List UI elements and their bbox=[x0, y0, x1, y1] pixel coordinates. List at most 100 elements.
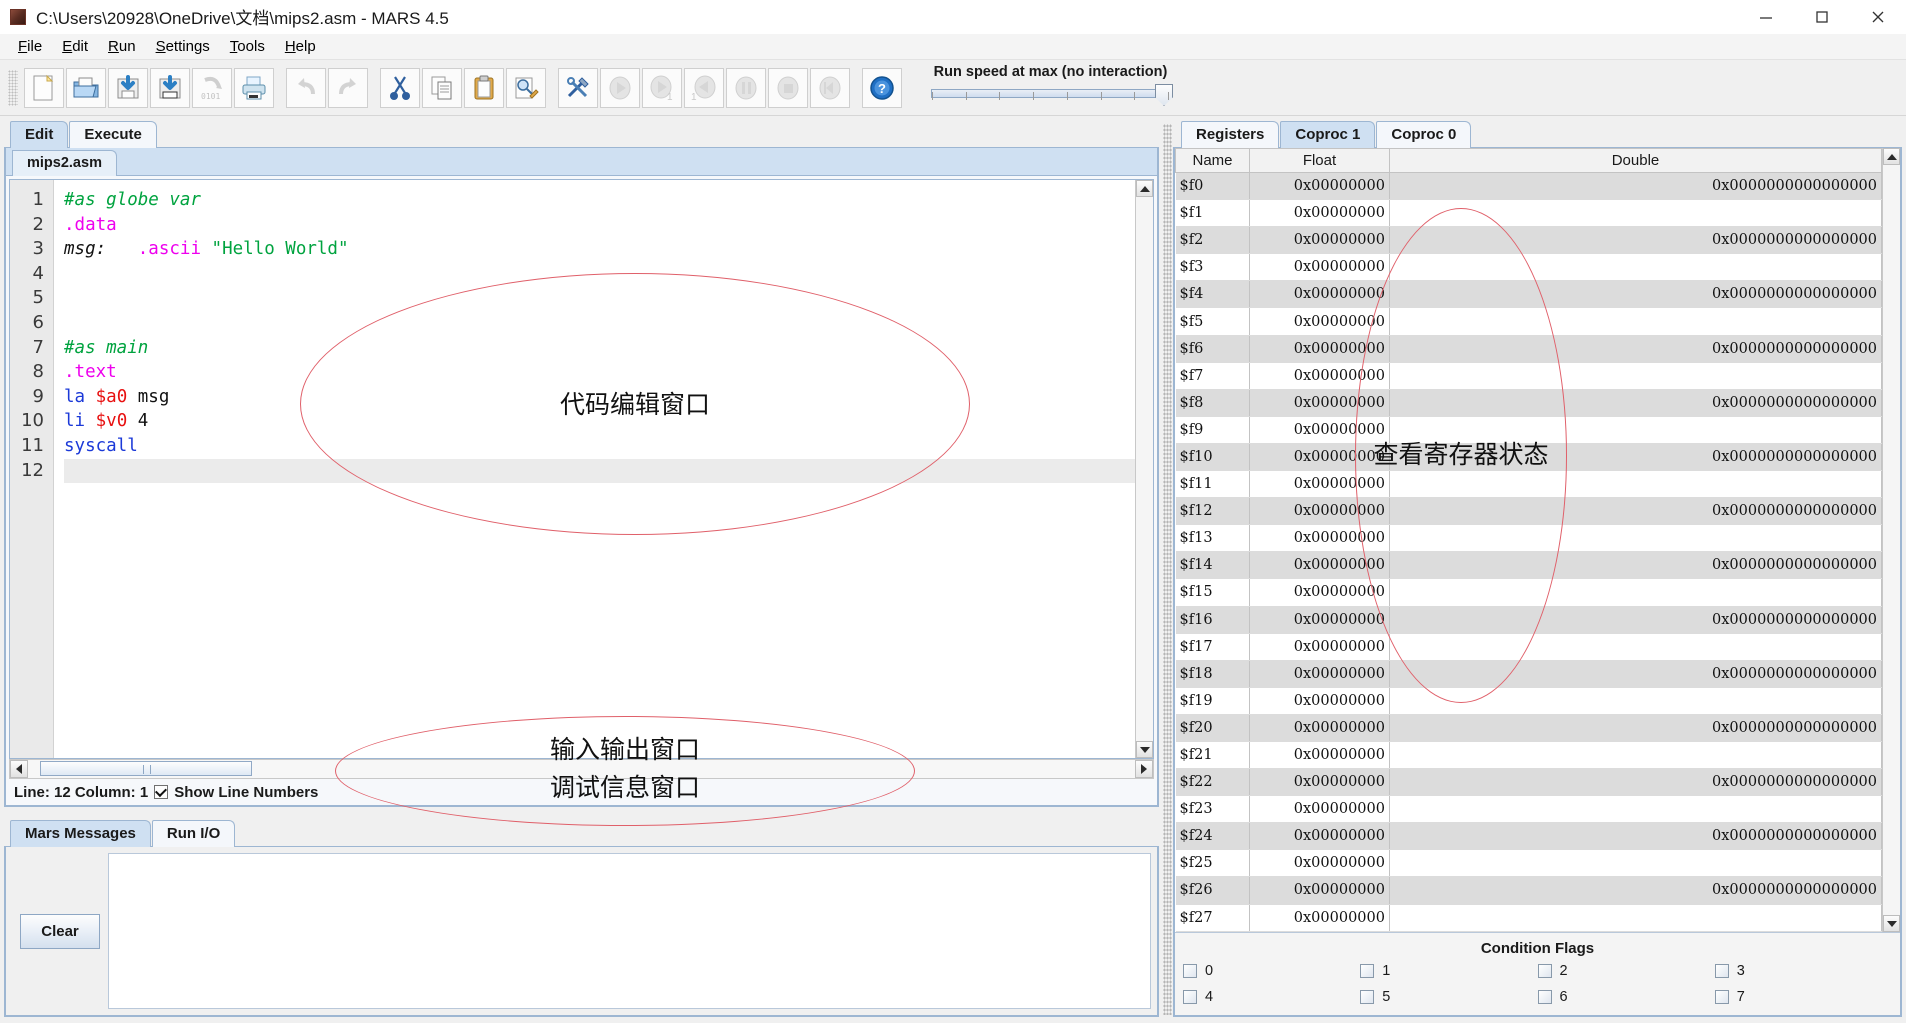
editor-vertical-scrollbar[interactable] bbox=[1135, 180, 1153, 758]
column-header-name[interactable]: Name bbox=[1175, 148, 1250, 173]
registers-scroll-down-button[interactable] bbox=[1883, 915, 1900, 932]
register-float-cell[interactable]: 0x00000000 bbox=[1249, 904, 1390, 932]
condition-flag-item[interactable]: 7 bbox=[1714, 989, 1892, 1005]
table-row[interactable]: $f4 0x00000000 0x0000000000000000 bbox=[1175, 280, 1882, 309]
register-double-cell[interactable] bbox=[1389, 307, 1882, 336]
condition-flag-item[interactable]: 1 bbox=[1360, 963, 1537, 979]
editor-hscroll-track[interactable] bbox=[28, 760, 1135, 778]
register-double-cell[interactable]: 0x0000000000000000 bbox=[1389, 172, 1882, 201]
register-float-cell[interactable]: 0x00000000 bbox=[1249, 280, 1390, 309]
column-header-double[interactable]: Double bbox=[1389, 148, 1882, 173]
register-double-cell[interactable]: 0x0000000000000000 bbox=[1389, 822, 1882, 851]
code-line[interactable]: li $v0 4 bbox=[64, 409, 1135, 434]
register-float-cell[interactable]: 0x00000000 bbox=[1249, 335, 1390, 363]
assemble-button[interactable] bbox=[558, 67, 598, 108]
editor-hscroll-thumb[interactable] bbox=[40, 761, 252, 776]
scroll-down-button[interactable] bbox=[1136, 741, 1153, 758]
save-file-button[interactable] bbox=[108, 67, 148, 108]
tab-coproc-1[interactable]: Coproc 1 bbox=[1280, 121, 1376, 148]
code-line[interactable]: #as globe var bbox=[64, 188, 1135, 213]
save-as-file-button[interactable] bbox=[150, 67, 190, 108]
register-double-cell[interactable] bbox=[1389, 795, 1882, 824]
vertical-split-handle[interactable] bbox=[1163, 124, 1172, 1015]
register-double-cell[interactable]: 0x0000000000000000 bbox=[1389, 606, 1882, 634]
condition-flag-checkbox[interactable] bbox=[1714, 990, 1729, 1004]
toolbar-drag-handle[interactable] bbox=[8, 69, 18, 106]
menu-tools[interactable]: Tools bbox=[220, 36, 275, 57]
condition-flag-item[interactable]: 2 bbox=[1537, 963, 1715, 979]
register-float-cell[interactable]: 0x00000000 bbox=[1249, 795, 1390, 824]
register-float-cell[interactable]: 0x00000000 bbox=[1249, 443, 1390, 472]
register-double-cell[interactable] bbox=[1389, 362, 1882, 390]
maximize-button[interactable] bbox=[1794, 0, 1850, 34]
register-double-cell[interactable]: 0x0000000000000000 bbox=[1389, 389, 1882, 417]
messages-text-area[interactable] bbox=[108, 853, 1151, 1009]
show-line-numbers-checkbox[interactable] bbox=[154, 785, 169, 799]
register-double-cell[interactable] bbox=[1389, 741, 1882, 770]
register-float-cell[interactable]: 0x00000000 bbox=[1249, 199, 1390, 228]
table-row[interactable]: $f20 0x00000000 0x0000000000000000 bbox=[1175, 714, 1882, 742]
register-double-cell[interactable]: 0x0000000000000000 bbox=[1389, 551, 1882, 580]
condition-flag-item[interactable]: 0 bbox=[1183, 963, 1360, 979]
register-float-cell[interactable]: 0x00000000 bbox=[1249, 362, 1390, 390]
register-double-cell[interactable] bbox=[1389, 687, 1882, 715]
table-row[interactable]: $f13 0x00000000 bbox=[1175, 524, 1882, 553]
code-line[interactable]: #as main bbox=[64, 336, 1135, 361]
tab-execute[interactable]: Execute bbox=[69, 121, 157, 148]
condition-flag-item[interactable]: 3 bbox=[1714, 963, 1892, 979]
table-row[interactable]: $f23 0x00000000 bbox=[1175, 795, 1882, 824]
table-row[interactable]: $f8 0x00000000 0x0000000000000000 bbox=[1175, 389, 1882, 417]
register-double-cell[interactable]: 0x0000000000000000 bbox=[1389, 714, 1882, 742]
register-float-cell[interactable]: 0x00000000 bbox=[1249, 849, 1390, 878]
register-float-cell[interactable]: 0x00000000 bbox=[1249, 578, 1390, 607]
register-double-cell[interactable] bbox=[1389, 253, 1882, 282]
table-row[interactable]: $f9 0x00000000 bbox=[1175, 416, 1882, 444]
table-row[interactable]: $f19 0x00000000 bbox=[1175, 687, 1882, 715]
table-row[interactable]: $f14 0x00000000 0x0000000000000000 bbox=[1175, 551, 1882, 580]
table-row[interactable]: $f10 0x00000000 0x0000000000000000 bbox=[1175, 443, 1882, 472]
table-row[interactable]: $f21 0x00000000 bbox=[1175, 741, 1882, 770]
register-double-cell[interactable] bbox=[1389, 904, 1882, 932]
register-double-cell[interactable] bbox=[1389, 578, 1882, 607]
paste-button[interactable] bbox=[464, 67, 504, 108]
register-float-cell[interactable]: 0x00000000 bbox=[1249, 876, 1390, 905]
table-row[interactable]: $f15 0x00000000 bbox=[1175, 578, 1882, 607]
register-float-cell[interactable]: 0x00000000 bbox=[1249, 551, 1390, 580]
condition-flag-checkbox[interactable] bbox=[1183, 964, 1197, 978]
register-float-cell[interactable]: 0x00000000 bbox=[1249, 172, 1390, 201]
tab-mars-messages[interactable]: Mars Messages bbox=[10, 820, 151, 847]
register-float-cell[interactable]: 0x00000000 bbox=[1249, 524, 1390, 553]
register-double-cell[interactable]: 0x0000000000000000 bbox=[1389, 335, 1882, 363]
register-float-cell[interactable]: 0x00000000 bbox=[1249, 226, 1390, 255]
code-line[interactable]: syscall bbox=[64, 434, 1135, 459]
condition-flag-checkbox[interactable] bbox=[1360, 990, 1375, 1004]
table-row[interactable]: $f18 0x00000000 0x0000000000000000 bbox=[1175, 660, 1882, 688]
code-line[interactable] bbox=[64, 286, 1135, 311]
code-text-area[interactable]: #as globe var .data msg: .ascii "Hello Wor… bbox=[54, 180, 1135, 758]
code-line[interactable]: msg: .ascii "Hello World" bbox=[64, 237, 1135, 262]
table-row[interactable]: $f3 0x00000000 bbox=[1175, 253, 1882, 282]
register-double-cell[interactable]: 0x0000000000000000 bbox=[1389, 443, 1882, 472]
register-double-cell[interactable] bbox=[1389, 470, 1882, 499]
column-header-float[interactable]: Float bbox=[1249, 148, 1390, 173]
tab-registers[interactable]: Registers bbox=[1181, 121, 1280, 148]
table-row[interactable]: $f2 0x00000000 0x0000000000000000 bbox=[1175, 226, 1882, 255]
menu-help[interactable]: Help bbox=[275, 36, 326, 57]
condition-flag-item[interactable]: 4 bbox=[1183, 989, 1360, 1005]
clear-button[interactable]: Clear bbox=[20, 913, 100, 949]
register-double-cell[interactable]: 0x0000000000000000 bbox=[1389, 768, 1882, 797]
register-double-cell[interactable] bbox=[1389, 199, 1882, 228]
table-row[interactable]: $f17 0x00000000 bbox=[1175, 633, 1882, 661]
table-row[interactable]: $f12 0x00000000 0x0000000000000000 bbox=[1175, 497, 1882, 526]
copy-button[interactable] bbox=[422, 67, 462, 108]
scroll-right-button[interactable] bbox=[1135, 760, 1153, 778]
cut-button[interactable] bbox=[380, 67, 420, 108]
tab-coproc-0[interactable]: Coproc 0 bbox=[1376, 121, 1472, 148]
table-row[interactable]: $f26 0x00000000 0x0000000000000000 bbox=[1175, 876, 1882, 905]
register-double-cell[interactable]: 0x0000000000000000 bbox=[1389, 876, 1882, 905]
code-line[interactable] bbox=[64, 262, 1135, 287]
register-double-cell[interactable]: 0x0000000000000000 bbox=[1389, 280, 1882, 309]
register-float-cell[interactable]: 0x00000000 bbox=[1249, 660, 1390, 688]
file-tab-mips2[interactable]: mips2.asm bbox=[12, 150, 117, 176]
register-float-cell[interactable]: 0x00000000 bbox=[1249, 633, 1390, 661]
